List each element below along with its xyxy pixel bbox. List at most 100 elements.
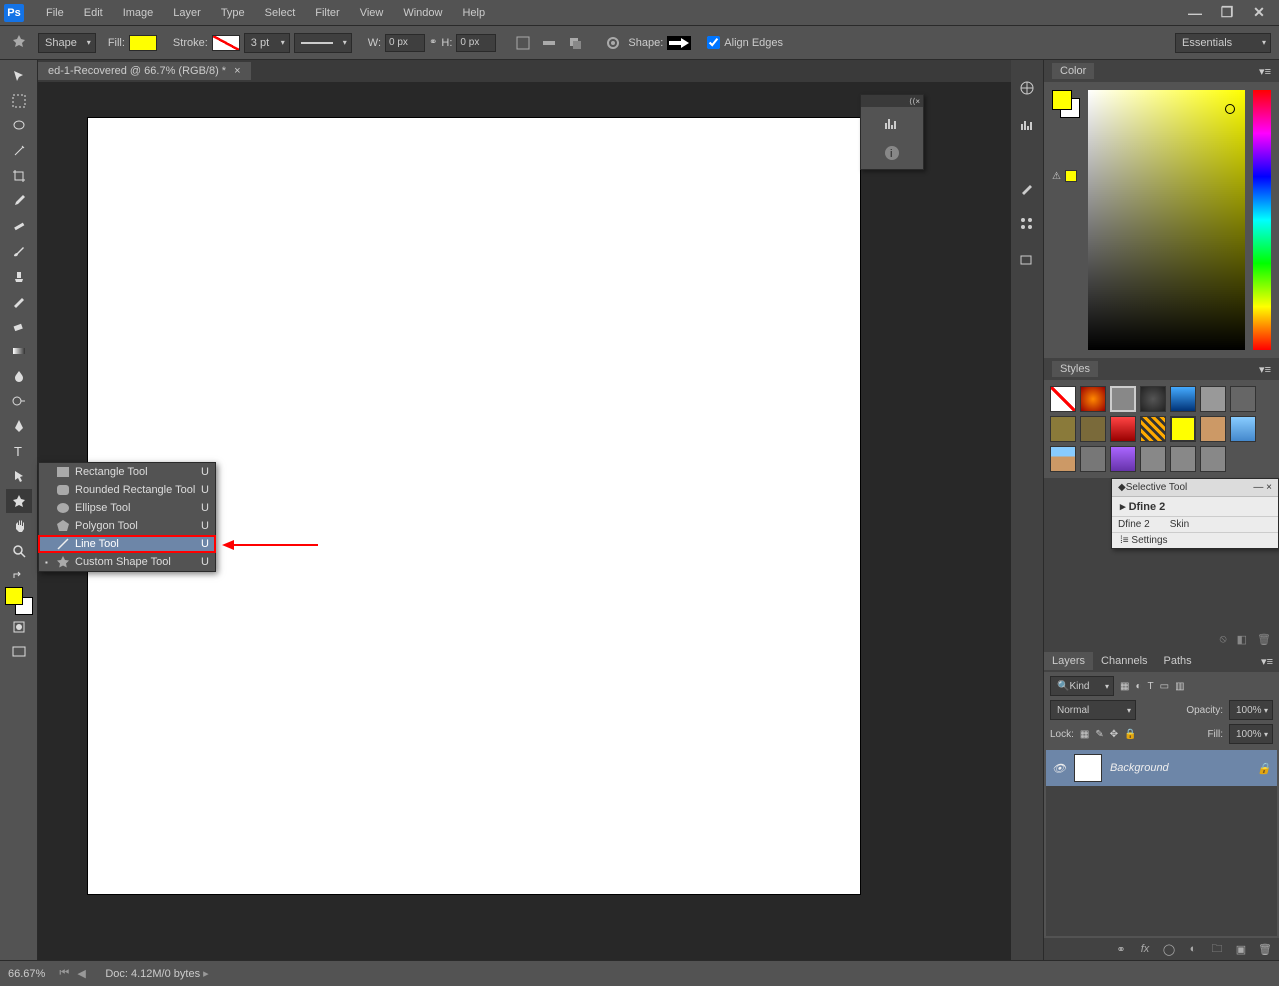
magic-wand-tool[interactable]: [6, 139, 32, 163]
trash-icon[interactable]: 🗑: [1257, 633, 1271, 646]
flyout-ellipse-tool[interactable]: Ellipse Tool U: [39, 499, 215, 517]
history-brush-tool[interactable]: [6, 289, 32, 313]
style-swatch[interactable]: [1200, 386, 1226, 412]
swap-colors-icon[interactable]: [6, 568, 32, 582]
menu-window[interactable]: Window: [393, 3, 452, 23]
style-swatch[interactable]: [1140, 416, 1166, 442]
lock-position-icon[interactable]: ✥: [1110, 729, 1118, 740]
selective-settings[interactable]: ⁞≡ Settings: [1112, 533, 1278, 548]
new-adjustment-icon[interactable]: ◐: [1185, 941, 1201, 957]
filter-pixel-icon[interactable]: ▦: [1120, 681, 1129, 692]
gamut-warning-icon[interactable]: ⚠: [1052, 170, 1080, 182]
histogram-panel-icon[interactable]: [882, 113, 902, 133]
foreground-background-colors[interactable]: [5, 587, 33, 615]
shape-mode-dropdown[interactable]: Shape: [38, 33, 96, 53]
fill-opacity-input[interactable]: 100%: [1229, 724, 1273, 744]
menu-image[interactable]: Image: [113, 3, 164, 23]
healing-brush-tool[interactable]: [6, 214, 32, 238]
height-input[interactable]: [456, 34, 496, 52]
tool-preset-icon[interactable]: [8, 32, 30, 54]
selective-product[interactable]: ▸ Dfine 2: [1112, 497, 1278, 517]
visibility-icon[interactable]: 👁: [1052, 762, 1066, 775]
paths-tab[interactable]: Paths: [1156, 652, 1200, 670]
flyout-polygon-tool[interactable]: Polygon Tool U: [39, 517, 215, 535]
navigator-icon[interactable]: [1017, 78, 1037, 98]
info-panel-icon[interactable]: i: [882, 143, 902, 163]
hand-tool[interactable]: [6, 514, 32, 538]
link-layers-icon[interactable]: ⚭: [1113, 941, 1129, 957]
new-layer-icon[interactable]: ▣: [1233, 941, 1249, 957]
blur-tool[interactable]: [6, 364, 32, 388]
fx-icon[interactable]: fx: [1137, 941, 1153, 957]
screen-mode-icon[interactable]: [6, 640, 32, 664]
layers-tab[interactable]: Layers: [1044, 652, 1093, 670]
width-input[interactable]: [385, 34, 425, 52]
menu-select[interactable]: Select: [255, 3, 306, 23]
gear-icon[interactable]: [602, 32, 624, 54]
path-alignment-icon[interactable]: [538, 32, 560, 54]
path-selection-tool[interactable]: [6, 464, 32, 488]
menu-view[interactable]: View: [350, 3, 394, 23]
opacity-input[interactable]: 100%: [1229, 700, 1273, 720]
path-arrangement-icon[interactable]: [564, 32, 586, 54]
menu-edit[interactable]: Edit: [74, 3, 113, 23]
lasso-tool[interactable]: [6, 114, 32, 138]
filter-adjust-icon[interactable]: ◐: [1135, 681, 1141, 692]
frame-prev-icon[interactable]: ◀: [77, 967, 91, 981]
hue-slider[interactable]: [1253, 90, 1271, 350]
stroke-swatch[interactable]: [212, 35, 240, 51]
collapsed-panel-group[interactable]: ⟨⟨ × i: [860, 94, 924, 170]
style-swatch[interactable]: [1200, 416, 1226, 442]
menu-help[interactable]: Help: [452, 3, 495, 23]
menu-file[interactable]: File: [36, 3, 74, 23]
flyout-rectangle-tool[interactable]: Rectangle Tool U: [39, 463, 215, 481]
style-swatch[interactable]: [1200, 446, 1226, 472]
style-swatch[interactable]: [1050, 416, 1076, 442]
selective-item-1[interactable]: Dfine 2: [1118, 519, 1150, 530]
fill-swatch[interactable]: [129, 35, 157, 51]
selective-close-icon[interactable]: ×: [1266, 482, 1272, 493]
channels-tab[interactable]: Channels: [1093, 652, 1155, 670]
selective-minimize-icon[interactable]: —: [1253, 482, 1263, 493]
window-minimize[interactable]: —: [1183, 4, 1207, 22]
mask-icon[interactable]: ◧: [1237, 633, 1247, 646]
lock-pixels-icon[interactable]: ✎: [1095, 729, 1103, 740]
zoom-level[interactable]: 66.67%: [8, 968, 45, 980]
shape-tool[interactable]: [6, 489, 32, 513]
layers-panel-menu-icon[interactable]: ▾≡: [1255, 655, 1279, 668]
close-tab-icon[interactable]: ×: [234, 65, 240, 77]
color-panel-menu-icon[interactable]: ▾≡: [1259, 65, 1271, 78]
layer-thumbnail[interactable]: [1074, 754, 1102, 782]
move-tool[interactable]: [6, 64, 32, 88]
selective-tool-panel[interactable]: ◆ Selective Tool — × ▸ Dfine 2 Dfine 2 S…: [1111, 478, 1279, 549]
flyout-line-tool[interactable]: Line Tool U: [39, 535, 215, 553]
document-tab[interactable]: ed-1-Recovered @ 66.7% (RGB/8) * ×: [38, 62, 251, 80]
flyout-custom-shape-tool[interactable]: ▪ Custom Shape Tool U: [39, 553, 215, 571]
style-swatch[interactable]: [1170, 386, 1196, 412]
clone-source-icon[interactable]: [1017, 250, 1037, 270]
style-swatch[interactable]: [1140, 446, 1166, 472]
style-swatch[interactable]: [1080, 416, 1106, 442]
flyout-rounded-rectangle-tool[interactable]: Rounded Rectangle Tool U: [39, 481, 215, 499]
link-wh-icon[interactable]: ⚭: [429, 37, 437, 48]
style-swatch[interactable]: [1080, 446, 1106, 472]
no-symbol-icon[interactable]: ⦸: [1219, 633, 1226, 646]
layer-filter-kind[interactable]: 🔍 Kind: [1050, 676, 1114, 696]
eyedropper-tool[interactable]: [6, 189, 32, 213]
layer-row-background[interactable]: 👁 Background 🔒: [1046, 750, 1277, 786]
styles-panel-tab[interactable]: Styles: [1052, 361, 1098, 377]
align-edges-checkbox[interactable]: [707, 36, 720, 49]
histogram-icon[interactable]: [1017, 114, 1037, 134]
menu-layer[interactable]: Layer: [163, 3, 211, 23]
path-operations-icon[interactable]: [512, 32, 534, 54]
style-swatch[interactable]: [1050, 386, 1076, 412]
crop-tool[interactable]: [6, 164, 32, 188]
style-swatch[interactable]: [1110, 446, 1136, 472]
filter-type-icon[interactable]: T: [1148, 681, 1154, 692]
new-group-icon[interactable]: 🗀: [1209, 941, 1225, 957]
color-panel-tab[interactable]: Color: [1052, 63, 1094, 79]
quick-mask-icon[interactable]: [6, 615, 32, 639]
lock-transparent-icon[interactable]: ▦: [1080, 729, 1089, 740]
add-mask-icon[interactable]: ◯: [1161, 941, 1177, 957]
eraser-tool[interactable]: [6, 314, 32, 338]
